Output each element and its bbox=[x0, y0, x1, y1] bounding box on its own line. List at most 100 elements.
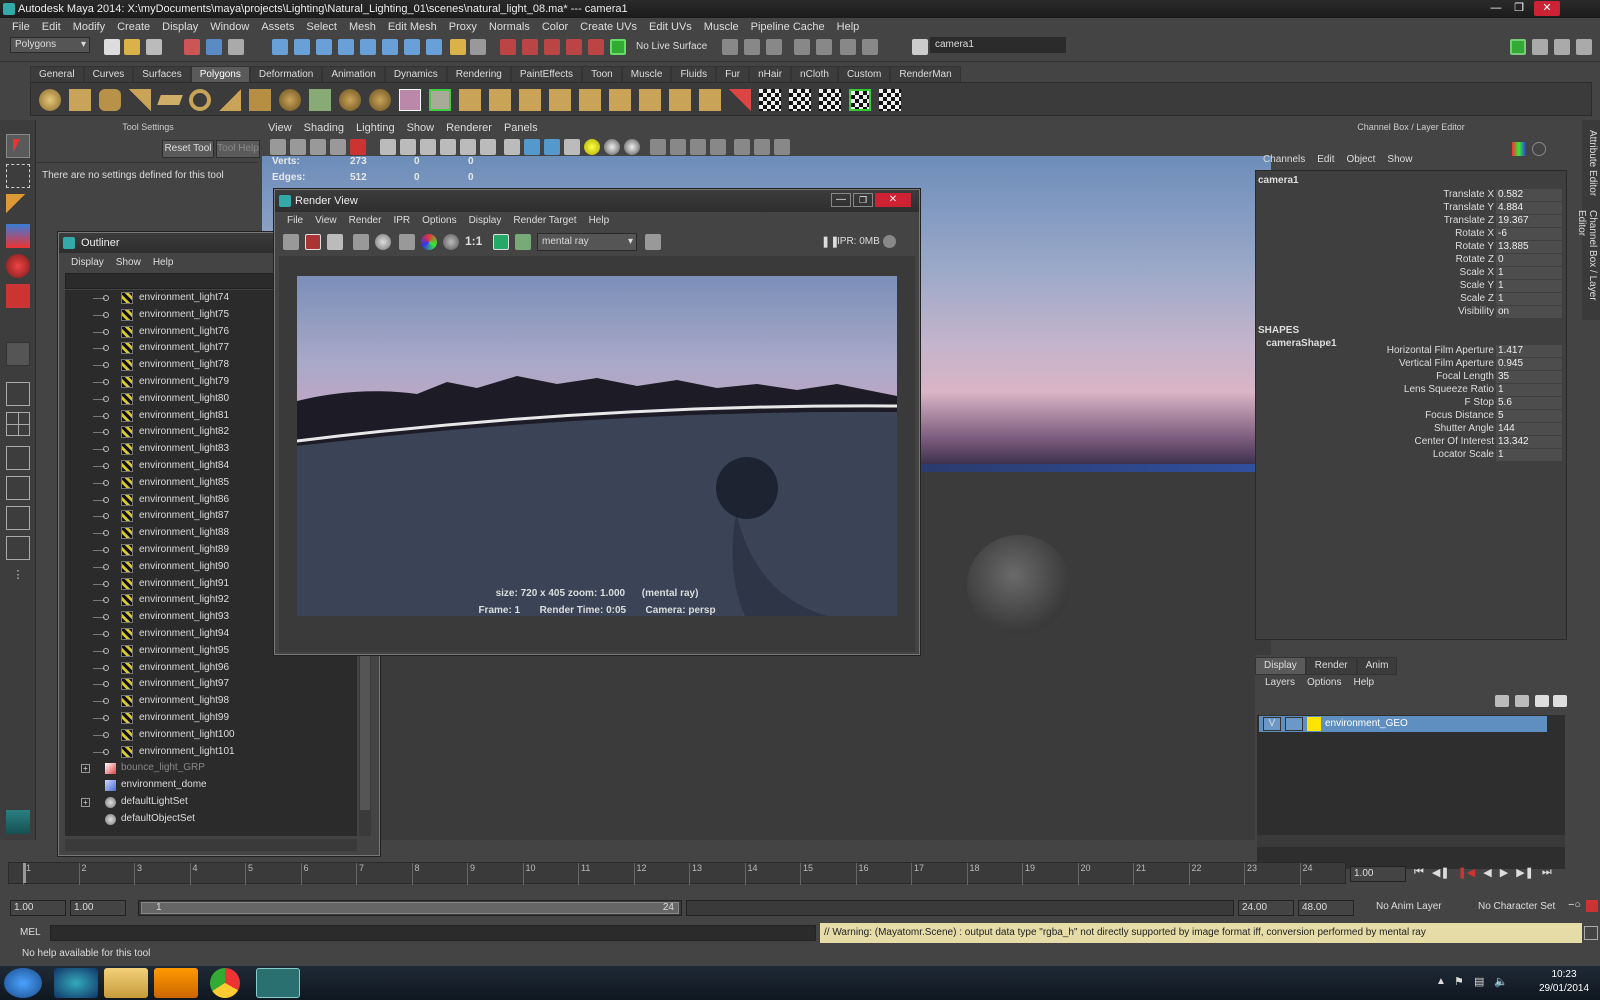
display-channels-icon[interactable] bbox=[399, 234, 415, 250]
chrome-icon[interactable] bbox=[210, 968, 240, 998]
poly-cone-icon[interactable] bbox=[129, 89, 151, 111]
channel-value[interactable]: 13.342 bbox=[1496, 436, 1562, 448]
persp-graph-icon[interactable] bbox=[6, 446, 30, 470]
shelf-tab-ncloth[interactable]: nCloth bbox=[791, 66, 838, 82]
snap-curve-icon[interactable] bbox=[294, 39, 310, 55]
viewport-menu-lighting[interactable]: Lighting bbox=[350, 120, 401, 136]
channel-row[interactable]: Scale Z1 bbox=[1256, 293, 1566, 306]
channel-value[interactable]: 5.6 bbox=[1496, 397, 1562, 409]
close-button[interactable]: ✕ bbox=[1534, 1, 1560, 16]
menu-edit-mesh[interactable]: Edit Mesh bbox=[382, 21, 443, 33]
shelf-tab-toon[interactable]: Toon bbox=[582, 66, 622, 82]
menu-modify[interactable]: Modify bbox=[67, 21, 111, 33]
shelf-tab-renderman[interactable]: RenderMan bbox=[890, 66, 961, 82]
network-icon[interactable]: ▤ bbox=[1474, 975, 1484, 988]
channel-value[interactable]: 1 bbox=[1496, 280, 1562, 292]
use-all-lights-icon[interactable] bbox=[584, 139, 600, 155]
attribute-editor-icon[interactable] bbox=[840, 39, 856, 55]
lasso-tool-icon[interactable] bbox=[6, 164, 30, 188]
rv-menu-help[interactable]: Help bbox=[583, 212, 616, 230]
planar-map-icon[interactable] bbox=[759, 89, 781, 111]
remove-image-icon[interactable] bbox=[515, 234, 531, 250]
menu-display[interactable]: Display bbox=[156, 21, 204, 33]
collapse-icon[interactable] bbox=[639, 89, 661, 111]
channel-row[interactable]: F Stop 5.6 bbox=[1256, 397, 1566, 410]
outliner-row[interactable]: environment_light101 bbox=[65, 744, 357, 761]
current-frame-field[interactable]: 1.00 bbox=[1350, 866, 1406, 882]
layer-color-swatch[interactable] bbox=[1307, 717, 1321, 731]
motion-blur-icon[interactable] bbox=[670, 139, 686, 155]
channel-row[interactable]: Rotate X -6 bbox=[1256, 228, 1566, 241]
image-plane-icon[interactable] bbox=[330, 139, 346, 155]
snap-grid-icon[interactable] bbox=[272, 39, 288, 55]
channel-row[interactable]: Rotate Z0 bbox=[1256, 254, 1566, 267]
poke-icon[interactable] bbox=[699, 89, 721, 111]
outliner-row[interactable]: environment_light100 bbox=[65, 727, 357, 744]
channel-row[interactable]: Rotate Y 13.885 bbox=[1256, 241, 1566, 254]
mirror-icon[interactable] bbox=[399, 89, 421, 111]
safe-action-icon[interactable] bbox=[460, 139, 476, 155]
move-tool-icon[interactable] bbox=[6, 224, 30, 248]
separate-icon[interactable] bbox=[339, 89, 361, 111]
real-size-ratio[interactable]: 1:1 bbox=[465, 234, 482, 248]
viewport-menu-panels[interactable]: Panels bbox=[498, 120, 544, 136]
ipr-icon[interactable] bbox=[522, 39, 538, 55]
channel-value[interactable]: 19.367 bbox=[1496, 215, 1562, 227]
start-time-field[interactable]: 1.00 bbox=[10, 900, 66, 916]
channel-box-tab[interactable]: Channel Box / Layer Editor bbox=[1576, 210, 1598, 320]
menu-help[interactable]: Help bbox=[831, 21, 866, 33]
channel-menu-edit[interactable]: Edit bbox=[1311, 152, 1340, 168]
layer-tab-render[interactable]: Render bbox=[1305, 657, 1357, 675]
history-icon[interactable] bbox=[382, 39, 398, 55]
poly-pipe-icon[interactable] bbox=[249, 89, 271, 111]
channel-row[interactable]: Visibility on bbox=[1256, 306, 1566, 319]
film-gate-icon[interactable] bbox=[380, 139, 396, 155]
shelf-tab-custom[interactable]: Custom bbox=[837, 66, 891, 82]
channel-value[interactable]: 5 bbox=[1496, 410, 1562, 422]
toggle-toolsettings-icon[interactable] bbox=[1576, 39, 1592, 55]
volume-icon[interactable]: 🔈 bbox=[1494, 975, 1508, 988]
extrude-icon[interactable] bbox=[429, 89, 451, 111]
channel-value[interactable]: 4.884 bbox=[1496, 202, 1562, 214]
minimize-button[interactable]: — bbox=[1485, 1, 1507, 16]
redo-render-icon[interactable] bbox=[283, 234, 299, 250]
playback-end-field[interactable]: 24.00 bbox=[1238, 900, 1294, 916]
poly-plane-icon[interactable] bbox=[157, 95, 183, 105]
menuset-dropdown[interactable]: Polygons ▾ bbox=[10, 37, 90, 53]
snapshot-icon[interactable] bbox=[327, 234, 343, 250]
rv-menu-render[interactable]: Render bbox=[343, 212, 388, 230]
shelf-tab-muscle[interactable]: Muscle bbox=[621, 66, 672, 82]
play-forward-icon[interactable]: ▶ bbox=[1500, 866, 1508, 882]
shelf-tab-rendering[interactable]: Rendering bbox=[446, 66, 511, 82]
tool-help-button[interactable]: Tool Help bbox=[216, 140, 260, 158]
render-settings-alt-icon[interactable] bbox=[744, 39, 760, 55]
channel-value[interactable]: 35 bbox=[1496, 371, 1562, 383]
scale-tool-icon[interactable] bbox=[6, 284, 30, 308]
save-scene-icon[interactable] bbox=[146, 39, 162, 55]
input-box-icon[interactable] bbox=[794, 39, 810, 55]
merge-icon[interactable] bbox=[609, 89, 631, 111]
outliner-vscroll-thumb[interactable] bbox=[360, 650, 370, 810]
last-tool-icon[interactable] bbox=[6, 342, 30, 366]
split-icon[interactable] bbox=[519, 89, 541, 111]
channel-row[interactable]: Translate X 0.582 bbox=[1256, 189, 1566, 202]
make-live-icon[interactable] bbox=[360, 39, 376, 55]
uv-editor-icon[interactable] bbox=[729, 89, 751, 111]
time-slider[interactable]: 1 2 3 4 5 6 7 8 9 10 11 12 13 14 15 16 17 18 19 20 21 22 23 24 bbox=[8, 862, 1346, 885]
render-frame-icon[interactable] bbox=[500, 39, 516, 55]
insert-loop-icon[interactable] bbox=[549, 89, 571, 111]
layer-row[interactable]: V environment_GEO bbox=[1259, 716, 1547, 732]
go-to-end-icon[interactable]: ⏭ bbox=[1542, 866, 1552, 882]
menu-normals[interactable]: Normals bbox=[483, 21, 536, 33]
menu-assets[interactable]: Assets bbox=[255, 21, 300, 33]
channel-value[interactable]: on bbox=[1496, 306, 1562, 318]
range-slider-handle[interactable]: 1 24 bbox=[141, 902, 679, 914]
single-view-icon[interactable] bbox=[6, 382, 30, 406]
channel-value[interactable]: 1 bbox=[1496, 293, 1562, 305]
layer-menu-layers[interactable]: Layers bbox=[1259, 675, 1301, 691]
render-settings-rv-icon[interactable] bbox=[645, 234, 661, 250]
channel-row[interactable]: Translate Y 4.884 bbox=[1256, 202, 1566, 215]
ipr-render-icon[interactable] bbox=[404, 39, 420, 55]
move-layer-up-icon[interactable] bbox=[1535, 695, 1549, 707]
poly-helix-icon[interactable] bbox=[279, 89, 301, 111]
